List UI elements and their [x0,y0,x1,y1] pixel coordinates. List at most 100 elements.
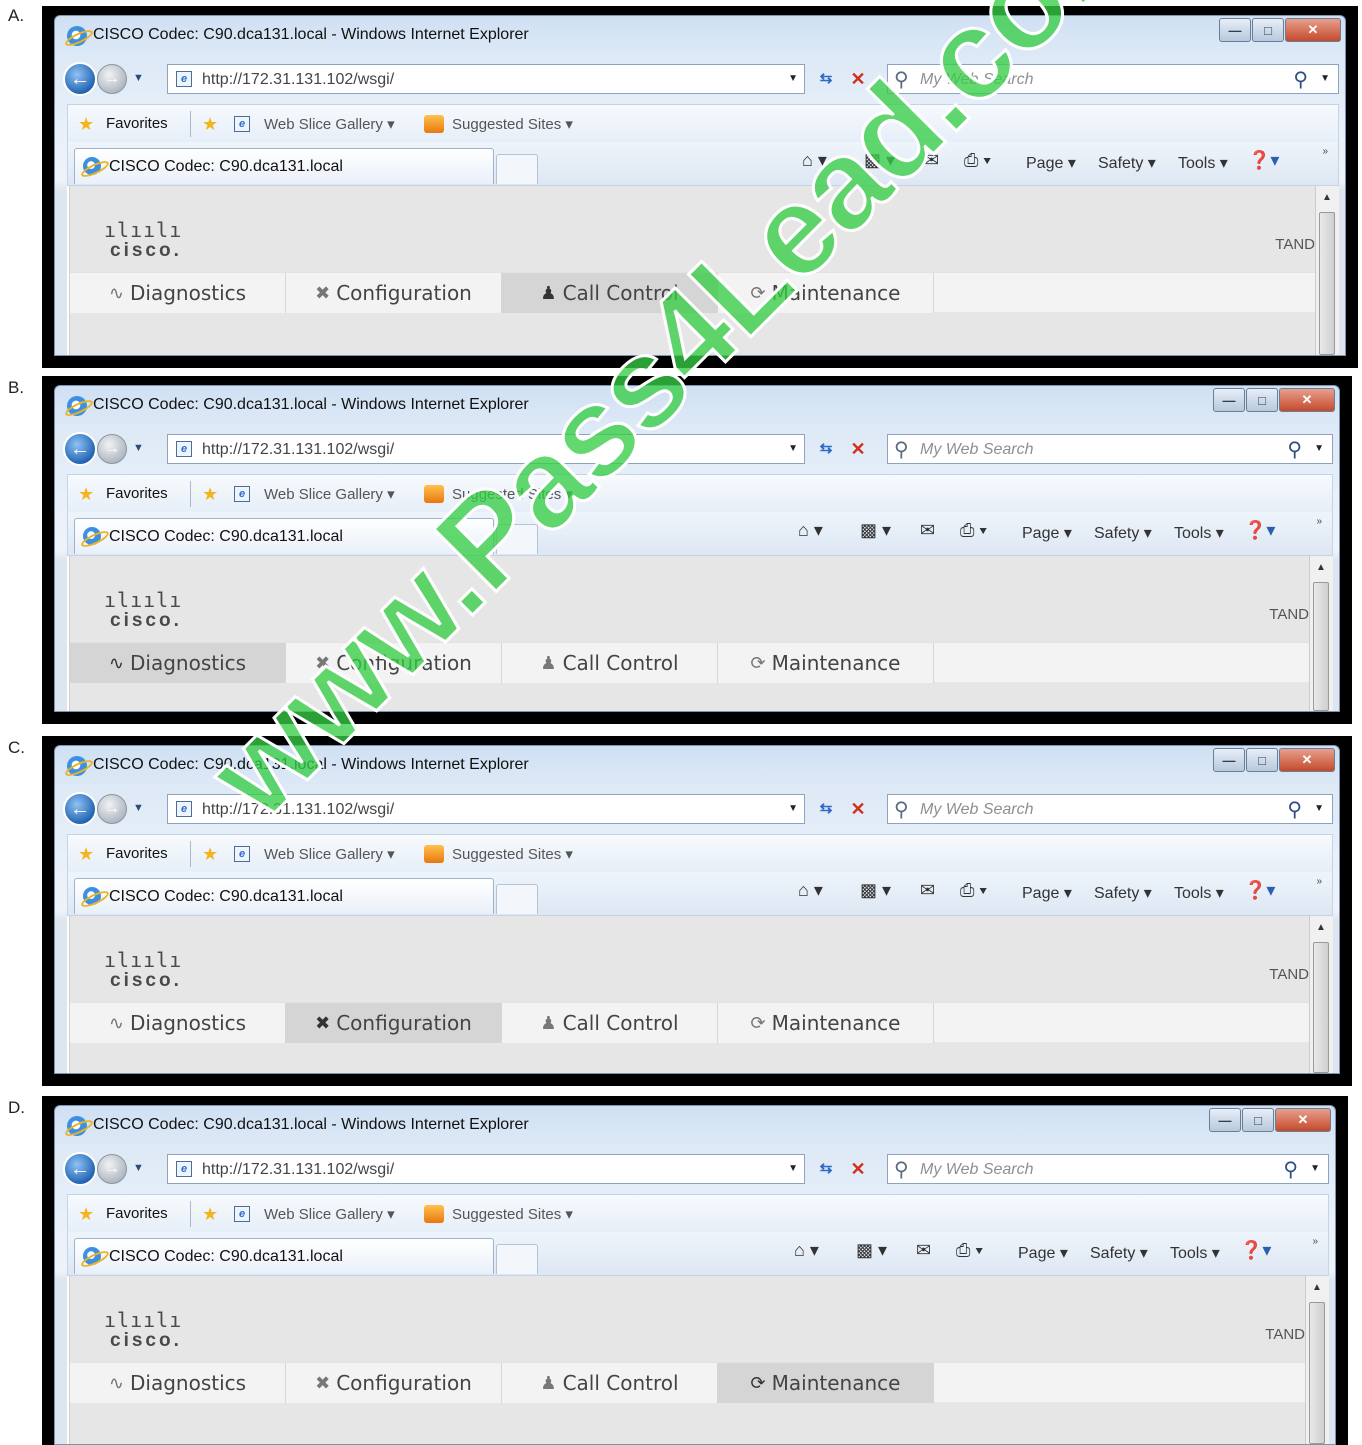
search-dropdown-icon[interactable]: ▼ [1310,1163,1320,1174]
recent-pages-dropdown-icon[interactable]: ▼ [133,802,144,814]
help-icon[interactable]: ❓▾ [1248,150,1279,171]
search-dropdown-icon[interactable]: ▼ [1314,443,1324,454]
favorites-star-icon[interactable]: ★ [78,484,94,505]
help-icon[interactable]: ❓▾ [1240,1240,1271,1261]
tab-maintenance[interactable]: ⟳ Maintenance [718,273,934,313]
tab-configuration[interactable]: ✖ Configuration [286,1363,502,1403]
close-button[interactable]: ✕ [1279,748,1335,772]
browser-tab[interactable]: CISCO Codec: C90.dca131.local [74,148,494,184]
favorites-button[interactable]: Favorites [106,485,168,502]
vertical-scrollbar[interactable]: ▲ [1305,1276,1329,1444]
add-to-favorites-icon[interactable]: ★ [202,114,218,135]
tab-maintenance[interactable]: ⟳ Maintenance [718,643,934,683]
tab-configuration[interactable]: ✖ Configuration [286,643,502,683]
feeds-icon[interactable]: ▩ ▾ [864,150,895,171]
scroll-thumb[interactable] [1319,212,1335,355]
tab-configuration[interactable]: ✖ Configuration [286,273,502,313]
search-input[interactable]: ⚲ My Web Search ⚲ ▼ [887,1154,1329,1184]
stop-icon[interactable]: ✕ [843,1156,873,1182]
tab-call-control[interactable]: ♟ Call Control [502,273,718,313]
vertical-scrollbar[interactable]: ▲ [1315,186,1339,355]
refresh-icon[interactable]: ⇆ [811,66,841,92]
address-input[interactable]: e http://172.31.131.102/wsgi/ ▼ [167,1154,805,1184]
mail-icon[interactable]: ✉ [920,520,935,541]
home-icon[interactable]: ⌂ ▾ [798,880,823,901]
recent-pages-dropdown-icon[interactable]: ▼ [133,72,144,84]
maximize-button[interactable]: □ [1246,388,1278,412]
suggested-sites-link[interactable]: Suggested Sites ▾ [452,485,573,503]
home-icon[interactable]: ⌂ ▾ [794,1240,819,1261]
mail-icon[interactable]: ✉ [924,150,939,171]
search-dropdown-icon[interactable]: ▼ [1320,73,1330,84]
add-to-favorites-icon[interactable]: ★ [202,1204,218,1225]
scroll-thumb[interactable] [1309,1302,1325,1444]
print-icon[interactable]: ⎙ ▾ [956,1240,983,1261]
more-commands-icon[interactable]: » [1316,876,1322,887]
refresh-icon[interactable]: ⇆ [811,1156,841,1182]
new-tab-button[interactable] [496,884,538,914]
page-menu[interactable]: Page ▾ [1026,153,1076,173]
tab-diagnostics[interactable]: ∿ Diagnostics [70,1003,286,1043]
back-button[interactable]: ← [63,1152,97,1186]
feeds-icon[interactable]: ▩ ▾ [856,1240,887,1261]
home-icon[interactable]: ⌂ ▾ [798,520,823,541]
forward-button[interactable]: → [97,434,127,464]
tab-diagnostics[interactable]: ∿ Diagnostics [70,643,286,683]
search-icon[interactable]: ⚲ [1293,67,1308,92]
tools-menu[interactable]: Tools ▾ [1174,523,1224,543]
feeds-icon[interactable]: ▩ ▾ [860,520,891,541]
close-button[interactable]: ✕ [1275,1108,1331,1132]
search-icon[interactable]: ⚲ [1287,437,1302,462]
new-tab-button[interactable] [496,154,538,184]
option-d-screenshot[interactable]: CISCO Codec: C90.dca131.local - Windows … [42,1096,1348,1445]
tab-maintenance[interactable]: ⟳ Maintenance [718,1363,934,1403]
scroll-thumb[interactable] [1313,582,1329,711]
favorites-button[interactable]: Favorites [106,845,168,862]
page-menu[interactable]: Page ▾ [1018,1243,1068,1263]
favorites-star-icon[interactable]: ★ [78,844,94,865]
scroll-up-icon[interactable]: ▲ [1316,562,1326,573]
print-icon[interactable]: ⎙ ▾ [960,880,987,901]
search-input[interactable]: ⚲ My Web Search ⚲ ▼ [887,794,1333,824]
stop-icon[interactable]: ✕ [843,796,873,822]
scroll-up-icon[interactable]: ▲ [1322,192,1332,203]
back-button[interactable]: ← [63,432,97,466]
browser-tab[interactable]: CISCO Codec: C90.dca131.local [74,878,494,914]
more-commands-icon[interactable]: » [1322,146,1328,157]
safety-menu[interactable]: Safety ▾ [1098,153,1156,173]
minimize-button[interactable]: — [1209,1108,1241,1132]
minimize-button[interactable]: — [1213,388,1245,412]
new-tab-button[interactable] [496,1244,538,1274]
search-dropdown-icon[interactable]: ▼ [1314,803,1324,814]
home-icon[interactable]: ⌂ ▾ [802,150,827,171]
address-dropdown-icon[interactable]: ▼ [788,1163,798,1174]
search-input[interactable]: ⚲ My Web Search ⚲ ▼ [887,434,1333,464]
favorites-star-icon[interactable]: ★ [78,114,94,135]
maximize-button[interactable]: □ [1242,1108,1274,1132]
suggested-sites-link[interactable]: Suggested Sites ▾ [452,845,573,863]
safety-menu[interactable]: Safety ▾ [1094,523,1152,543]
forward-button[interactable]: → [97,1154,127,1184]
search-input[interactable]: ⚲ My Web Search ⚲ ▼ [887,64,1339,94]
web-slice-gallery-link[interactable]: Web Slice Gallery ▾ [264,115,395,133]
close-button[interactable]: ✕ [1279,388,1335,412]
safety-menu[interactable]: Safety ▾ [1094,883,1152,903]
address-dropdown-icon[interactable]: ▼ [788,443,798,454]
tab-call-control[interactable]: ♟ Call Control [502,1363,718,1403]
suggested-sites-link[interactable]: Suggested Sites ▾ [452,115,573,133]
add-to-favorites-icon[interactable]: ★ [202,484,218,505]
address-input[interactable]: e http://172.31.131.102/wsgi/ ▼ [167,794,805,824]
print-icon[interactable]: ⎙ ▾ [964,150,991,171]
browser-tab[interactable]: CISCO Codec: C90.dca131.local [74,518,494,554]
help-icon[interactable]: ❓▾ [1244,520,1275,541]
print-icon[interactable]: ⎙ ▾ [960,520,987,541]
web-slice-gallery-link[interactable]: Web Slice Gallery ▾ [264,845,395,863]
favorites-star-icon[interactable]: ★ [78,1204,94,1225]
minimize-button[interactable]: — [1219,18,1251,42]
favorites-button[interactable]: Favorites [106,1205,168,1222]
more-commands-icon[interactable]: » [1316,516,1322,527]
address-input[interactable]: e http://172.31.131.102/wsgi/ ▼ [167,64,805,94]
search-icon[interactable]: ⚲ [1283,1157,1298,1182]
page-menu[interactable]: Page ▾ [1022,523,1072,543]
address-input[interactable]: e http://172.31.131.102/wsgi/ ▼ [167,434,805,464]
